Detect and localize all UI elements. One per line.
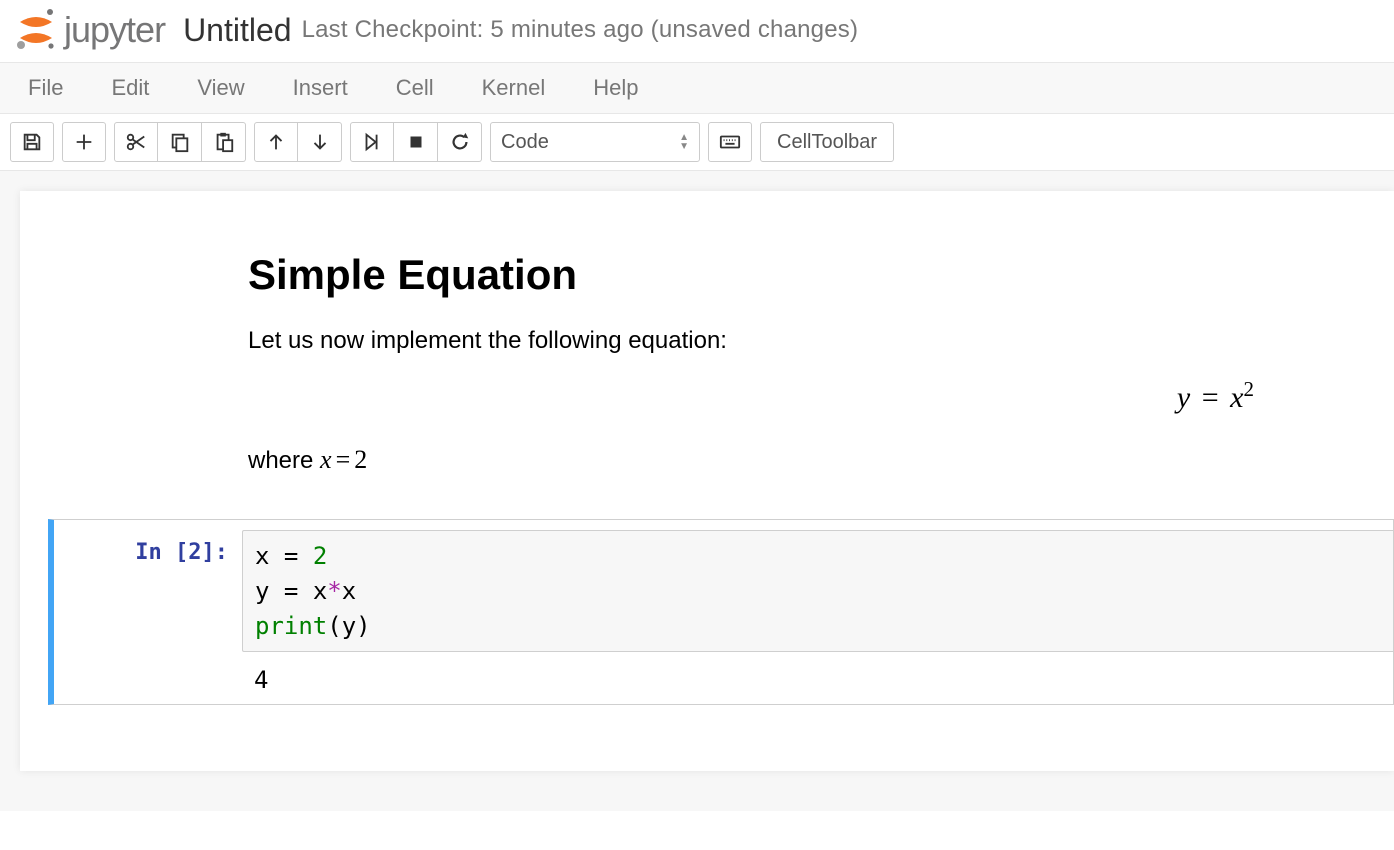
- restart-button[interactable]: [438, 122, 482, 162]
- code-token: y: [255, 577, 269, 605]
- code-token: x: [313, 577, 327, 605]
- paste-icon: [213, 131, 235, 153]
- where-prefix: where: [248, 447, 320, 474]
- code-token: y: [342, 612, 356, 640]
- plus-icon: [73, 131, 95, 153]
- input-prompt: In [2]:: [135, 540, 228, 565]
- celltoolbar-button[interactable]: CellToolbar: [760, 122, 894, 162]
- where-var: x: [320, 445, 332, 474]
- menu-view[interactable]: View: [173, 63, 268, 113]
- code-token: print: [255, 612, 327, 640]
- markdown-where-line: where x=2: [248, 445, 1354, 475]
- chevron-updown-icon: ▲▼: [679, 134, 689, 151]
- equation-rhs-exp: 2: [1244, 377, 1255, 401]
- equation-rhs-base: x: [1230, 381, 1243, 414]
- notebook-container: Simple Equation Let us now implement the…: [20, 191, 1394, 771]
- jupyter-logo-icon: [14, 8, 58, 52]
- code-token: 2: [313, 542, 327, 570]
- code-input[interactable]: x = 2 y = x*x print(y): [242, 530, 1393, 652]
- code-token: x: [255, 542, 269, 570]
- code-token: ): [356, 612, 370, 640]
- output-text: 4: [254, 666, 268, 694]
- save-button[interactable]: [10, 122, 54, 162]
- scissors-icon: [125, 131, 147, 153]
- toolbar: Code ▲▼ CellToolbar: [0, 114, 1394, 171]
- menu-insert[interactable]: Insert: [269, 63, 372, 113]
- notebook-name[interactable]: Untitled: [183, 12, 292, 49]
- interrupt-button[interactable]: [394, 122, 438, 162]
- restart-icon: [449, 131, 471, 153]
- menu-kernel[interactable]: Kernel: [458, 63, 570, 113]
- cell-type-select[interactable]: Code ▲▼: [490, 122, 700, 162]
- move-down-button[interactable]: [298, 122, 342, 162]
- markdown-equation-display: y = x2: [248, 377, 1354, 415]
- code-token: =: [269, 542, 312, 570]
- code-token: =: [269, 577, 312, 605]
- celltoolbar-label: CellToolbar: [777, 131, 877, 154]
- paste-button[interactable]: [202, 122, 246, 162]
- code-token: *: [327, 577, 341, 605]
- menubar: File Edit View Insert Cell Kernel Help: [0, 63, 1394, 114]
- notebook-area: Simple Equation Let us now implement the…: [0, 171, 1394, 811]
- markdown-cell[interactable]: Simple Equation Let us now implement the…: [20, 191, 1394, 519]
- jupyter-logo[interactable]: jupyter: [14, 8, 165, 52]
- run-button[interactable]: [350, 122, 394, 162]
- jupyter-logo-text: jupyter: [64, 9, 165, 51]
- checkpoint-status: Last Checkpoint: 5 minutes ago (unsaved …: [302, 16, 859, 44]
- code-token: x: [342, 577, 356, 605]
- markdown-intro: Let us now implement the following equat…: [248, 327, 1354, 355]
- menu-help[interactable]: Help: [569, 63, 662, 113]
- code-token: (: [327, 612, 341, 640]
- copy-button[interactable]: [158, 122, 202, 162]
- menu-cell[interactable]: Cell: [372, 63, 458, 113]
- code-cell[interactable]: In [2]: x = 2 y = x*x print(y) 4: [48, 519, 1394, 705]
- save-icon: [21, 131, 43, 153]
- cut-button[interactable]: [114, 122, 158, 162]
- command-palette-button[interactable]: [708, 122, 752, 162]
- notebook-header: jupyter Untitled Last Checkpoint: 5 minu…: [0, 0, 1394, 63]
- input-prompt-area: In [2]:: [54, 530, 242, 694]
- where-val: 2: [354, 445, 367, 474]
- equation-lhs: y: [1177, 381, 1190, 414]
- markdown-heading: Simple Equation: [248, 251, 1354, 299]
- stop-icon: [405, 131, 427, 153]
- arrow-up-icon: [265, 131, 287, 153]
- move-up-button[interactable]: [254, 122, 298, 162]
- cell-type-value: Code: [501, 131, 549, 154]
- keyboard-icon: [719, 131, 741, 153]
- arrow-down-icon: [309, 131, 331, 153]
- run-icon: [361, 131, 383, 153]
- code-output: 4: [242, 652, 1393, 694]
- copy-icon: [169, 131, 191, 153]
- menu-edit[interactable]: Edit: [87, 63, 173, 113]
- menu-file[interactable]: File: [4, 63, 87, 113]
- add-cell-button[interactable]: [62, 122, 106, 162]
